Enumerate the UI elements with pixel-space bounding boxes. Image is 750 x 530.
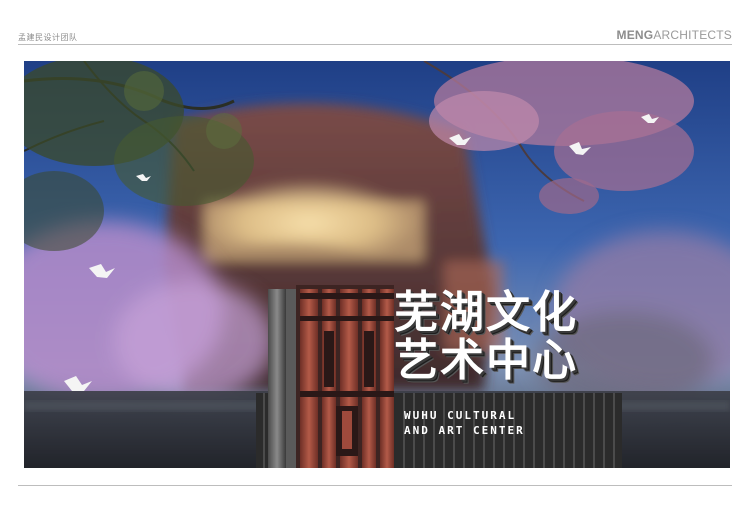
sign-title-cn-line2: 艺术中心 bbox=[394, 335, 578, 386]
sign-title-chinese: 芜湖文化 艺术中心 bbox=[394, 289, 578, 385]
sign-title-en-line2: AND ART CENTER bbox=[404, 424, 525, 437]
sign-title-english: WUHU CULTURAL AND ART CENTER bbox=[404, 408, 525, 438]
rendering-image: 芜湖文化 艺术中心 WUHU CULTURAL AND ART CENTER bbox=[24, 61, 730, 468]
brand-logo: MENGARCHITECTS bbox=[617, 28, 732, 42]
brand-name-bold: MENG bbox=[616, 28, 654, 42]
bottom-divider bbox=[18, 485, 732, 486]
emblem-logo bbox=[296, 285, 394, 468]
brand-name-light: ARCHITECTS bbox=[653, 28, 732, 42]
team-label: 孟建民设计团队 bbox=[18, 33, 78, 42]
scene-illustration bbox=[24, 61, 730, 468]
top-divider bbox=[18, 44, 732, 45]
sign-title-cn-line1: 芜湖文化 bbox=[394, 287, 578, 338]
sign-title-en-line1: WUHU CULTURAL bbox=[404, 409, 517, 422]
